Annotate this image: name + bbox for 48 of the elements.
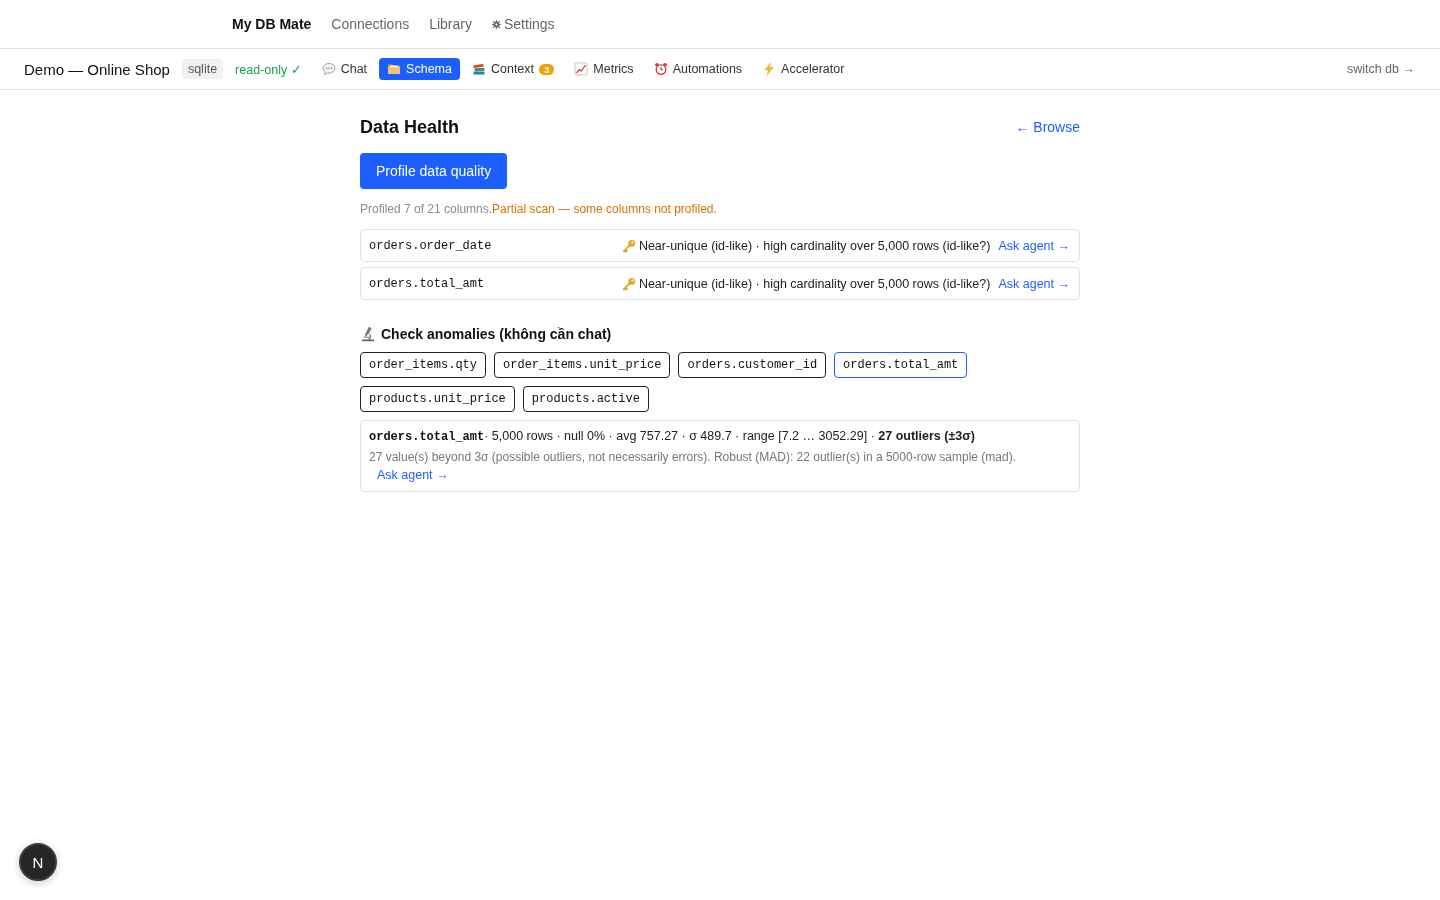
scan-summary: Profiled 7 of 21 columns. xyxy=(360,202,493,216)
scan-warning: Partial scan — some columns not profiled. xyxy=(492,202,717,216)
finding-message: Near-unique (id-like) · high cardinality over 5,000 rows (id-like?) xyxy=(638,276,991,291)
column-chip[interactable]: products.unit_price xyxy=(360,386,515,412)
microscope-icon xyxy=(360,326,376,342)
profile-button[interactable]: Profile data quality xyxy=(360,153,508,189)
column-chip[interactable]: orders.total_amt xyxy=(834,352,968,378)
speech-bubble-icon xyxy=(321,62,336,76)
nav-tab[interactable]: Schema xyxy=(379,58,460,80)
column-chip[interactable]: products.active xyxy=(522,386,649,412)
dev-tools-button[interactable]: N xyxy=(19,843,57,881)
result-detail: 27 value(s) beyond 3σ (possible outliers, not necessarily errors). Robust (MAD): 22 outlier(s) in a 5000-row sample (mad). xyxy=(369,449,1017,465)
folder-icon xyxy=(387,62,402,76)
books-icon xyxy=(471,62,486,76)
count-badge: 3 xyxy=(539,63,555,75)
lightning-icon xyxy=(762,62,777,76)
key-icon xyxy=(621,276,636,291)
column-chip[interactable]: order_items.unit_price xyxy=(494,352,671,378)
nav-tab[interactable]: Accelerator xyxy=(754,58,853,80)
column-chip[interactable]: orders.customer_id xyxy=(678,352,827,378)
gear-icon xyxy=(492,19,501,29)
result-summary: · 5,000 rows · null 0% · avg 757.27 · σ 489.7 · range [7.2 … 3052.29] · 27 outliers (±3σ) xyxy=(484,429,975,443)
switch-db-link[interactable]: switch db → xyxy=(1346,62,1415,76)
read-only-status: read-only ✓ xyxy=(235,61,302,77)
column-chip[interactable]: order_items.qty xyxy=(360,352,487,378)
nav-tab[interactable]: Context 3 xyxy=(463,58,563,80)
brand-name[interactable]: My DB Mate xyxy=(232,16,312,32)
ask-agent-link[interactable]: Ask agent → xyxy=(998,276,1070,291)
nav-tab[interactable]: Chat xyxy=(313,58,376,80)
database-name: Demo — Online Shop xyxy=(24,60,170,78)
ask-agent-link[interactable]: Ask agent → xyxy=(998,238,1070,253)
ask-agent-link[interactable]: Ask agent → xyxy=(377,467,449,483)
result-column-name: orders.total_amt xyxy=(369,430,485,444)
nav-tab[interactable]: Automations xyxy=(645,58,751,80)
browse-link[interactable]: ← Browse xyxy=(1015,119,1080,135)
section-heading: Check anomalies (không cần chat) xyxy=(381,326,612,342)
alarm-clock-icon xyxy=(653,62,668,76)
nav-link[interactable]: Settings xyxy=(492,16,555,32)
engine-tag: sqlite xyxy=(181,59,224,79)
column-name: orders.order_date xyxy=(369,238,492,253)
nav-link[interactable]: Connections xyxy=(331,16,410,32)
column-name: orders.total_amt xyxy=(369,276,485,291)
nav-tab[interactable]: Metrics xyxy=(566,58,642,80)
page-title: Data Health xyxy=(360,116,460,138)
nav-link[interactable]: Library xyxy=(429,16,472,32)
finding-message: Near-unique (id-like) · high cardinality over 5,000 rows (id-like?) xyxy=(638,238,991,253)
line-chart-icon xyxy=(574,62,589,76)
key-icon xyxy=(621,238,636,253)
